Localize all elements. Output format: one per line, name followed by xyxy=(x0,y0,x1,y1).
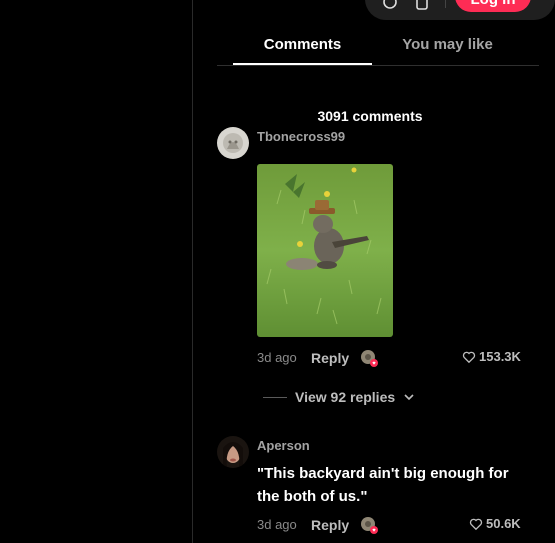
reply-button[interactable]: Reply xyxy=(311,350,349,366)
view-replies-button[interactable]: View 92 replies xyxy=(263,389,415,405)
creator-liked-icon xyxy=(360,349,378,367)
avatar[interactable] xyxy=(217,436,249,468)
comment-image[interactable] xyxy=(257,164,393,337)
avatar[interactable] xyxy=(217,127,249,159)
like-button[interactable]: 50.6K xyxy=(469,516,521,531)
like-count: 153.3K xyxy=(479,349,521,364)
coin-icon[interactable] xyxy=(382,0,398,10)
tab-you-may-like[interactable]: You may like xyxy=(372,36,523,53)
heart-icon xyxy=(469,518,483,530)
comment-time: 3d ago xyxy=(257,517,297,532)
reply-button[interactable]: Reply xyxy=(311,517,349,533)
view-replies-label: View 92 replies xyxy=(295,389,396,405)
like-count: 50.6K xyxy=(486,516,521,531)
like-button[interactable]: 153.3K xyxy=(462,349,521,364)
login-button[interactable]: Log in xyxy=(455,0,531,12)
creator-liked-icon xyxy=(360,516,378,534)
tabs-divider xyxy=(217,65,539,66)
comment-username[interactable]: Tbonecross99 xyxy=(257,129,345,144)
comment-text: "This backyard ain't big enough for the … xyxy=(257,465,509,505)
panel-divider xyxy=(192,0,193,543)
replies-dash xyxy=(263,396,287,398)
comment-username[interactable]: Aperson xyxy=(257,438,310,453)
comment-time: 3d ago xyxy=(257,350,297,365)
tab-comments[interactable]: Comments xyxy=(233,36,372,53)
video-panel xyxy=(0,0,192,543)
active-tab-indicator xyxy=(233,63,372,65)
comment-count: 3091 comments xyxy=(317,108,423,124)
header-separator xyxy=(445,0,446,8)
heart-icon xyxy=(462,351,476,363)
chevron-down-icon xyxy=(404,394,414,401)
device-icon[interactable] xyxy=(414,0,430,10)
